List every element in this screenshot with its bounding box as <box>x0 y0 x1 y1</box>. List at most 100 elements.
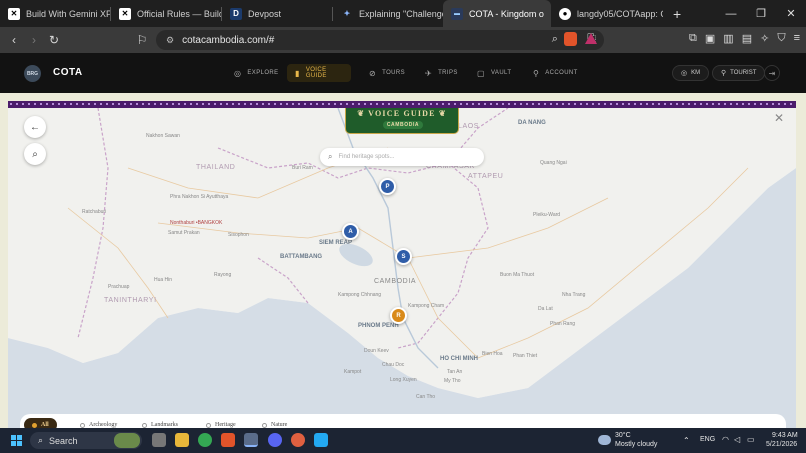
filter-nature[interactable]: Nature <box>262 418 287 428</box>
file-explorer-icon[interactable] <box>175 433 189 447</box>
category-filter-bar: All Archeology Landmarks Heritage Nature <box>20 414 786 428</box>
brave-icon[interactable] <box>221 433 235 447</box>
bookmark-icon[interactable]: ⚐ <box>132 33 152 47</box>
map-label-city: Pleiku-Ward <box>533 212 561 218</box>
restore-icon[interactable]: ❐ <box>746 7 776 20</box>
map-label-phnom-penh: PHNOM PENH <box>358 323 399 329</box>
windows-start-icon[interactable] <box>11 435 22 446</box>
back-icon[interactable]: ‹ <box>4 33 24 47</box>
vpn-icon[interactable]: ⛉ <box>777 32 785 45</box>
plane-icon: ✈ <box>425 68 433 78</box>
zoom-icon[interactable]: ⌕ <box>552 33 558 46</box>
browser-tab[interactable]: ● langdy05/COTAapp: C <box>551 0 663 27</box>
leo-ai-icon[interactable]: ✧ <box>760 32 769 45</box>
filter-landmarks[interactable]: Landmarks <box>142 418 178 428</box>
leaf-icon: ❦ <box>438 109 447 118</box>
filter-heritage[interactable]: Heritage <box>206 418 236 428</box>
nav-label: VAULT <box>490 70 512 76</box>
x-logo-icon: ✕ <box>8 7 20 20</box>
browser-tab[interactable]: ✕ Build With Gemini XPR <box>0 0 110 27</box>
brand-name[interactable]: COTA <box>53 67 83 78</box>
map-view[interactable]: THAILAND CHAMPASAK ATTAPEU LAOS CAMBODIA… <box>8 108 796 428</box>
menu-icon[interactable]: ≡ <box>794 32 800 45</box>
map-search-button[interactable]: ⌕ <box>24 143 46 165</box>
filter-dot-icon <box>32 422 37 428</box>
voice-icon: ▮ <box>295 68 300 78</box>
role-badge[interactable]: ⚲ TOURIST <box>712 65 766 81</box>
tab-title: Build With Gemini XPR <box>26 8 110 19</box>
nav-account[interactable]: ⚲ ACCOUNT <box>525 64 586 82</box>
tab-title: COTA - Kingdom o <box>469 8 544 19</box>
brave-rewards-icon[interactable] <box>585 33 597 44</box>
map-label-city: Kampong Cham <box>408 303 445 309</box>
screenshot-icon[interactable]: ▣ <box>705 32 715 45</box>
search-icon: ⌕ <box>328 152 333 161</box>
map-label-city: Kampong Chhnang <box>338 292 382 298</box>
map-label-city: Nha Trang <box>562 292 586 298</box>
clock-date[interactable]: 5/21/2026 <box>766 441 797 448</box>
map-label-ho-chi-minh: HO CHI MINH <box>440 356 478 362</box>
browser-tab[interactable]: D Devpost <box>222 0 332 27</box>
minimize-icon[interactable]: — <box>716 8 746 20</box>
search-placeholder: Find heritage spots... <box>338 154 395 160</box>
url-text: cotacambodia.com/# <box>182 34 275 46</box>
nav-label: VOICE GUIDE <box>305 67 327 79</box>
site-settings-icon[interactable]: ⚙ <box>166 35 174 46</box>
map-pin-p[interactable]: P <box>379 178 396 195</box>
nav-voice-guide[interactable]: ▮ VOICE GUIDE <box>287 64 351 82</box>
filter-archeology[interactable]: Archeology <box>80 418 117 428</box>
close-icon[interactable]: ✕ <box>774 111 784 125</box>
brave-shield-icon[interactable] <box>564 32 577 46</box>
map-label-cambodia: CAMBODIA <box>374 278 417 285</box>
logo[interactable]: BRG <box>24 65 41 82</box>
browser-tab-active[interactable]: ▬ COTA - Kingdom o ✕ <box>443 0 551 27</box>
map-label-attapeu: ATTAPEU <box>468 173 504 180</box>
chrome-icon[interactable] <box>198 433 212 447</box>
new-tab-button[interactable]: + <box>673 6 681 22</box>
volume-icon[interactable]: ◁ <box>734 435 740 444</box>
task-view-icon[interactable] <box>152 433 166 447</box>
map-label-city: Chau Doc <box>382 362 405 368</box>
discord-icon[interactable] <box>268 433 282 447</box>
language-toggle[interactable]: ◎ KM <box>672 65 710 81</box>
cota-icon: ▬ <box>451 7 463 20</box>
voice-guide-banner: ❦ VOICE GUIDE ❦ CAMBODIA <box>345 108 459 134</box>
back-button[interactable]: ← <box>24 116 46 138</box>
map-pin-a[interactable]: A <box>342 223 359 240</box>
chevron-up-icon[interactable]: ⌃ <box>683 436 690 445</box>
window-controls: — ❐ ✕ <box>716 0 806 27</box>
nav-trips[interactable]: ✈ TRIPS <box>417 64 466 82</box>
nav-explore[interactable]: ◎ EXPLORE <box>226 64 287 82</box>
nav-tours[interactable]: ⊘ TOURS <box>361 64 413 82</box>
battery-icon[interactable]: ▭ <box>747 435 755 444</box>
map-pin-r[interactable]: R <box>390 307 407 324</box>
nav-vault[interactable]: ▢ VAULT <box>469 64 519 82</box>
input-language[interactable]: ENG <box>700 436 715 443</box>
map-label-city: Phan Rang <box>550 321 576 327</box>
browser-tab[interactable]: ✕ Official Rules — Build <box>111 0 221 27</box>
filter-all[interactable]: All <box>24 418 57 428</box>
address-bar[interactable]: ⚙ cotacambodia.com/# ⌕ ⇪ ⎘ <box>156 30 604 50</box>
vscode-icon[interactable] <box>314 433 328 447</box>
x-logo-icon: ✕ <box>119 7 131 20</box>
logout-icon[interactable]: ⇥ <box>764 65 780 81</box>
arrow-left-icon: ← <box>30 121 40 133</box>
wallet-icon[interactable]: ▤ <box>742 32 752 45</box>
weather-icon[interactable] <box>598 435 611 445</box>
wifi-icon[interactable]: ◠ <box>722 435 729 444</box>
taskbar-search[interactable]: ⌕ Search <box>30 432 142 449</box>
browser-tab[interactable]: ✦ Explaining "Challenge <box>333 0 443 27</box>
close-window-icon[interactable]: ✕ <box>776 7 806 20</box>
search-highlight-icon <box>114 433 140 448</box>
extensions-icon[interactable]: ⧉ <box>689 32 697 45</box>
reload-icon[interactable]: ↻ <box>44 33 64 47</box>
active-browser-icon[interactable] <box>244 433 258 447</box>
clock-time[interactable]: 9:43 AM <box>772 432 798 439</box>
heritage-search-input[interactable]: ⌕ Find heritage spots... <box>320 148 484 166</box>
app-icon[interactable] <box>291 433 305 447</box>
forward-icon[interactable]: › <box>24 33 44 47</box>
voice-guide-subtitle: CAMBODIA <box>383 121 423 129</box>
sidebar-icon[interactable]: ▥ <box>723 32 733 45</box>
filter-dot-icon <box>206 422 211 428</box>
map-pin-s[interactable]: S <box>395 248 412 265</box>
